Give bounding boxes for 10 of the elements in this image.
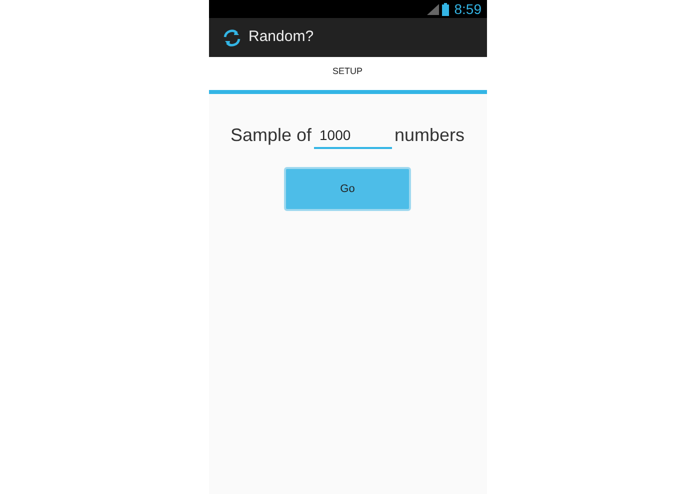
refresh-icon [222,28,242,48]
clock-time: 8:59 [454,2,482,16]
go-button[interactable]: Go [284,167,411,211]
sample-label: Sample of [230,124,312,147]
signal-icon [427,4,440,14]
app-title: Random? [248,27,314,48]
numbers-label: numbers [394,124,465,147]
battery-icon [442,2,450,16]
sample-size-field[interactable]: 1000 [314,123,392,149]
setup-tab[interactable]: SETUP [208,57,486,94]
